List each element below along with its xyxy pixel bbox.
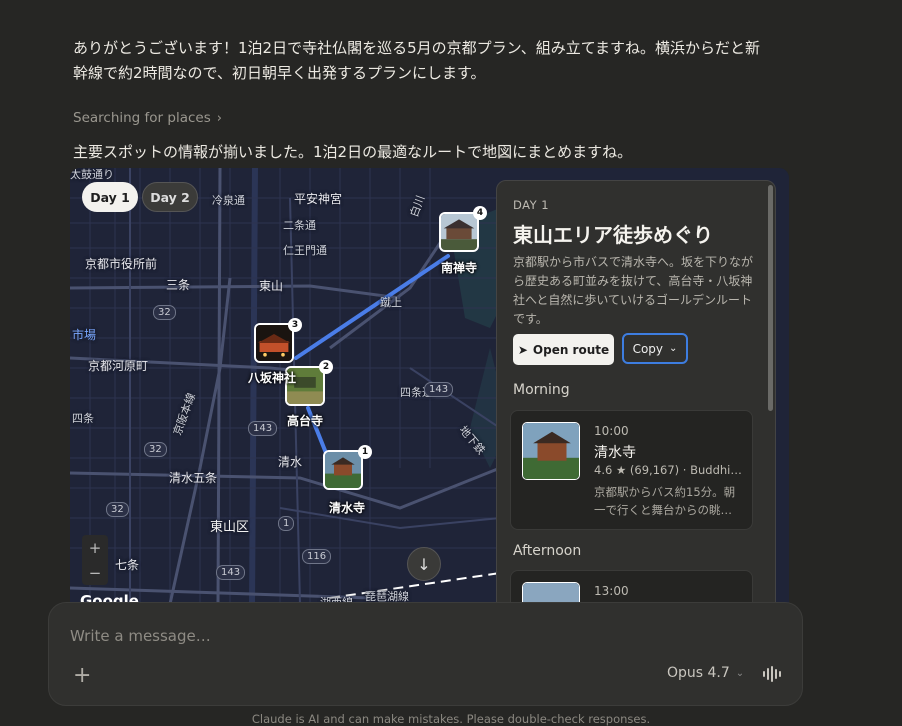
place-time: 13:00 <box>594 584 629 598</box>
pin-label: 高台寺 <box>287 414 324 428</box>
route-badge: 116 <box>302 549 332 564</box>
place-description: 京都駅からバス約15分。朝一で行くと舞台からの眺… <box>594 485 736 517</box>
searching-places-toggle[interactable]: Searching for places › <box>73 110 222 126</box>
section-morning: Morning <box>513 382 570 398</box>
panel-title: 東山エリア徒歩めぐり <box>513 223 713 247</box>
copy-dropdown-button[interactable]: Copy ⌄ <box>622 333 688 364</box>
day-itinerary-panel: DAY 1 東山エリア徒歩めぐり 京都駅から市バスで清水寺へ。坂を下りながら歴史… <box>496 180 776 612</box>
route-badge: 32 <box>144 442 167 457</box>
searching-label: Searching for places <box>73 110 211 126</box>
map-pin-kiyomizu[interactable] <box>323 450 363 490</box>
place-meta: 4.6 ★ (69,167) · Buddhi… <box>594 463 742 477</box>
place-thumbnail <box>522 422 580 480</box>
pin-number: 2 <box>319 360 333 374</box>
tab-day-1[interactable]: Day 1 <box>82 182 138 212</box>
place-rating: 4.6 <box>594 463 613 477</box>
map-label-shijo-left: 四条 <box>72 412 94 425</box>
place-name: 清水寺 <box>594 445 636 461</box>
message-input[interactable]: Write a message… <box>70 627 211 645</box>
map-pin-nanzenji[interactable] <box>439 212 479 252</box>
map-pin-yasaka[interactable] <box>254 323 294 363</box>
open-route-button[interactable]: ➤ Open route <box>513 334 614 365</box>
star-icon: ★ <box>615 463 627 477</box>
route-badge: 143 <box>248 421 278 436</box>
zoom-out-button[interactable]: − <box>82 560 108 585</box>
scroll-down-button[interactable]: ↓ <box>407 547 441 581</box>
assistant-message-intro: ありがとうございます！1泊2日で寺社仏閣を巡る5月の京都プラン、組み立てますね。… <box>73 39 760 82</box>
map-label-sanjo: 三条 <box>166 278 191 292</box>
map-label-higashiyama-ward: 東山区 <box>210 520 250 535</box>
nanzenji-thumbnail <box>441 214 477 250</box>
panel-description: 京都駅から市バスで清水寺へ。坂を下りながら歴史ある町並みを抜けて、高台寺・八坂神… <box>513 255 754 326</box>
place-card-kiyomizu[interactable]: 10:00 清水寺 4.6 ★ (69,167) · Buddhi… 京都駅から… <box>510 410 753 530</box>
map-label-niomon: 仁王門通 <box>283 244 327 257</box>
map-label-city-hall: 京都市役所前 <box>85 257 158 271</box>
route-badge: 143 <box>424 382 454 397</box>
chevron-down-icon: ⌄ <box>669 343 678 354</box>
route-badge: 32 <box>153 305 176 320</box>
pin-number: 3 <box>288 318 302 332</box>
map-label-nijo: 二条通 <box>283 219 316 232</box>
map-label-kawaramachi: 京都河原町 <box>88 359 149 373</box>
pin-label: 南禅寺 <box>441 261 478 275</box>
kiyomizu-thumbnail <box>325 452 361 488</box>
map-label-heian: 平安神宮 <box>294 192 343 206</box>
place-time: 10:00 <box>594 424 629 438</box>
pin-label: 清水寺 <box>329 501 366 515</box>
place-category: Buddhi… <box>690 463 742 477</box>
map-label-top-left: 太鼓通り <box>70 168 114 181</box>
zoom-in-button[interactable]: + <box>82 535 108 560</box>
map-label-keage: 蹴上 <box>380 296 402 309</box>
yasaka-thumbnail <box>256 325 292 361</box>
navigate-arrow-icon: ➤ <box>517 342 528 357</box>
pin-label: 八坂神社 <box>248 371 297 385</box>
model-selector[interactable]: Opus 4.7 ⌄ <box>667 665 744 681</box>
message-composer: Write a message… + Opus 4.7 ⌄ <box>48 602 803 706</box>
map-label-reisen: 冷泉通 <box>212 194 245 207</box>
chevron-right-icon: › <box>216 110 222 126</box>
model-label: Opus 4.7 <box>667 665 730 681</box>
panel-day-label: DAY 1 <box>513 198 550 212</box>
place-reviews: (69,167) <box>629 463 680 477</box>
open-route-label: Open route <box>532 342 610 357</box>
chevron-down-icon: ⌄ <box>735 667 745 679</box>
map-label-gojo: 清水五条 <box>169 471 218 485</box>
separator-dot: · <box>682 463 687 477</box>
map-label-shimizu: 清水 <box>278 455 303 469</box>
copy-label: Copy <box>632 341 664 356</box>
map-label-higashiyama: 東山 <box>259 279 284 293</box>
voice-mode-icon[interactable] <box>762 666 782 682</box>
pin-number: 4 <box>473 206 487 220</box>
add-attachment-icon[interactable]: + <box>73 663 91 688</box>
route-badge: 32 <box>106 502 129 517</box>
route-badge: 1 <box>278 516 295 531</box>
route-badge: 143 <box>216 565 246 580</box>
section-afternoon: Afternoon <box>513 543 582 559</box>
assistant-message-summary: 主要スポットの情報が揃いました。1泊2日の最適なルートで地図にまとめますね。 <box>73 143 633 161</box>
pin-number: 1 <box>358 445 372 459</box>
map-label-market: 市場 <box>72 328 97 342</box>
tab-day-2[interactable]: Day 2 <box>142 182 198 212</box>
panel-scrollbar[interactable] <box>768 185 773 411</box>
map-label-shichijo: 七条 <box>115 558 140 572</box>
zoom-controls: + − <box>82 535 108 585</box>
